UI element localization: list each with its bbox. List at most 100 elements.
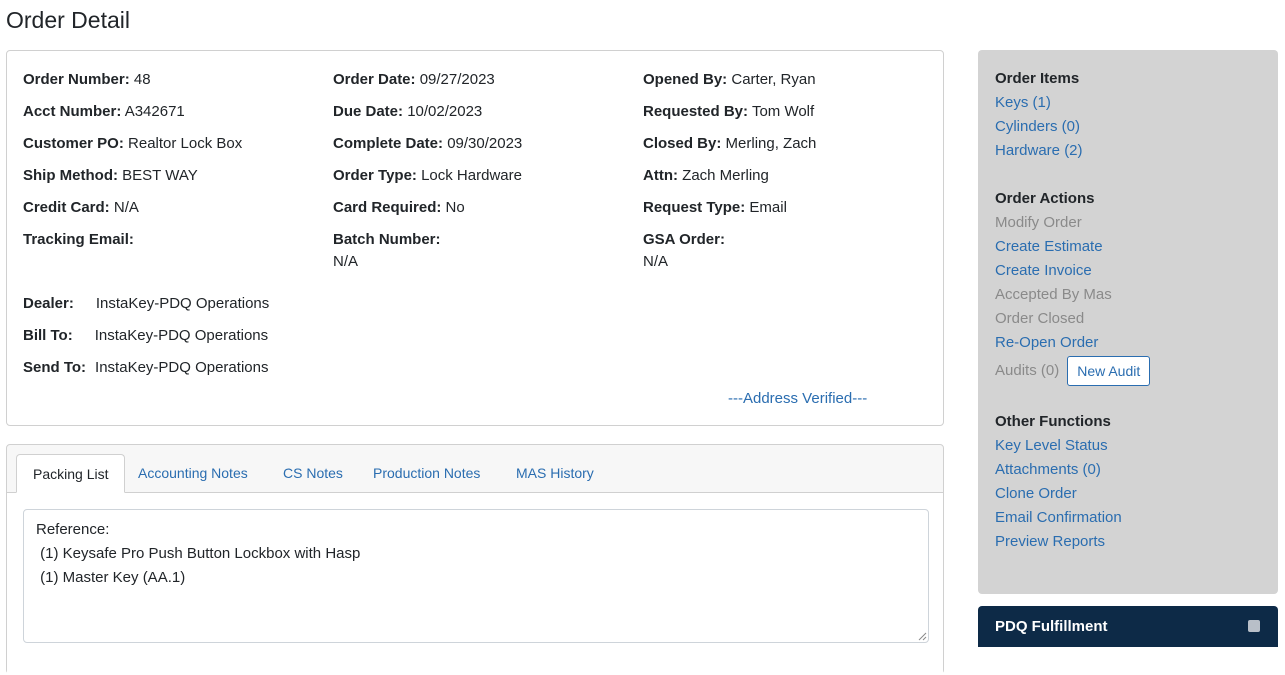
customer-po-row: Customer PO: Realtor Lock Box (23, 133, 242, 165)
packing-list-textarea[interactable]: Reference: (1) Keysafe Pro Push Button L… (23, 509, 929, 643)
order-type-row: Order Type: Lock Hardware (333, 165, 522, 197)
field-label: Order Date: (333, 71, 416, 88)
field-label: Dealer: (23, 295, 74, 312)
audits-label: Audits (0) (995, 362, 1060, 379)
send-to-row: Send To: InstaKey-PDQ Operations (23, 357, 269, 389)
accepted-by-mas-action: Accepted By Mas (995, 286, 1112, 303)
order-date-row: Order Date: 09/27/2023 (333, 69, 522, 101)
email-confirmation-link[interactable]: Email Confirmation (995, 506, 1122, 530)
bill-to-value: InstaKey-PDQ Operations (94, 327, 269, 344)
credit-card-value: N/A (113, 199, 139, 216)
gsa-order-row: GSA Order: N/A (643, 229, 816, 283)
order-info-card: Order Number: 48 Acct Number: A342671 Cu… (6, 50, 944, 426)
collapse-toggle-icon[interactable] (1248, 620, 1260, 632)
tab-cs-notes[interactable]: CS Notes (267, 454, 359, 492)
order-items-section: Order Items Keys (1) Cylinders (0) Hardw… (995, 67, 1083, 163)
request-type-value: Email (749, 199, 787, 216)
keys-link[interactable]: Keys (1) (995, 91, 1083, 115)
customer-po-value: Realtor Lock Box (128, 135, 243, 152)
tab-mas-history[interactable]: MAS History (500, 454, 610, 492)
due-date-value: 10/02/2023 (407, 103, 483, 120)
field-label: Attn: (643, 167, 678, 184)
tab-body: Reference: (1) Keysafe Pro Push Button L… (7, 493, 943, 675)
cylinders-link[interactable]: Cylinders (0) (995, 115, 1083, 139)
ship-method-row: Ship Method: BEST WAY (23, 165, 242, 197)
field-label: Complete Date: (333, 135, 444, 152)
acct-number-value: A342671 (124, 103, 185, 120)
field-label: Bill To: (23, 327, 73, 344)
gsa-order-value: N/A (643, 253, 669, 270)
dealer-value: InstaKey-PDQ Operations (95, 295, 270, 312)
order-info-column-1: Order Number: 48 Acct Number: A342671 Cu… (23, 69, 242, 283)
resize-grip-icon[interactable] (917, 631, 927, 641)
attn-row: Attn: Zach Merling (643, 165, 816, 197)
field-label: Tracking Email: (23, 231, 134, 248)
batch-number-value: N/A (333, 253, 359, 270)
closed-by-row: Closed By: Merling, Zach (643, 133, 816, 165)
card-required-value: No (445, 199, 465, 216)
other-functions-section: Other Functions Key Level Status Attachm… (995, 410, 1122, 554)
due-date-row: Due Date: 10/02/2023 (333, 101, 522, 133)
credit-card-row: Credit Card: N/A (23, 197, 242, 229)
card-required-row: Card Required: No (333, 197, 522, 229)
preview-reports-link[interactable]: Preview Reports (995, 530, 1122, 554)
field-label: Opened By: (643, 71, 728, 88)
notes-tabs-card: Packing List Accounting Notes CS Notes P… (6, 444, 944, 675)
complete-date-value: 09/30/2023 (447, 135, 523, 152)
order-info-column-2: Order Date: 09/27/2023 Due Date: 10/02/2… (333, 69, 522, 283)
order-actions-section: Order Actions Modify Order Create Estima… (995, 187, 1151, 387)
field-label: Card Required: (333, 199, 442, 216)
tracking-email-row: Tracking Email: (23, 229, 242, 283)
acct-number-row: Acct Number: A342671 (23, 101, 242, 133)
create-invoice-link[interactable]: Create Invoice (995, 259, 1150, 283)
tab-production-notes[interactable]: Production Notes (357, 454, 496, 492)
opened-by-value: Carter, Ryan (731, 71, 816, 88)
reopen-order-link[interactable]: Re-Open Order (995, 331, 1150, 355)
clone-order-link[interactable]: Clone Order (995, 482, 1122, 506)
other-functions-heading: Other Functions (995, 413, 1111, 430)
new-audit-button[interactable]: New Audit (1067, 356, 1151, 386)
field-label: Order Number: (23, 71, 130, 88)
complete-date-row: Complete Date: 09/30/2023 (333, 133, 522, 165)
order-actions-heading: Order Actions (995, 190, 1095, 207)
order-closed-action: Order Closed (995, 310, 1085, 327)
modify-order-action: Modify Order (995, 214, 1082, 231)
order-type-value: Lock Hardware (421, 167, 522, 184)
ship-method-value: BEST WAY (122, 167, 198, 184)
field-label: Ship Method: (23, 167, 118, 184)
tab-accounting-notes[interactable]: Accounting Notes (122, 454, 264, 492)
tab-strip: Packing List Accounting Notes CS Notes P… (7, 445, 943, 493)
order-number-row: Order Number: 48 (23, 69, 242, 101)
attachments-link[interactable]: Attachments (0) (995, 458, 1122, 482)
page-title: Order Detail (6, 7, 130, 33)
send-to-value: InstaKey-PDQ Operations (95, 359, 269, 376)
field-label: Closed By: (643, 135, 722, 152)
requested-by-value: Tom Wolf (751, 103, 815, 120)
field-label: Credit Card: (23, 199, 110, 216)
field-label: Due Date: (333, 103, 404, 120)
tab-packing-list[interactable]: Packing List (16, 454, 126, 493)
requested-by-row: Requested By: Tom Wolf (643, 101, 816, 133)
field-label: Order Type: (333, 167, 417, 184)
pdq-fulfillment-panel: PDQ Fulfillment (978, 606, 1278, 647)
order-date-value: 09/27/2023 (419, 71, 495, 88)
order-items-heading: Order Items (995, 70, 1080, 87)
request-type-row: Request Type: Email (643, 197, 816, 229)
field-label: Batch Number: (333, 231, 441, 248)
opened-by-row: Opened By: Carter, Ryan (643, 69, 816, 101)
closed-by-value: Merling, Zach (725, 135, 817, 152)
party-block: Dealer: InstaKey-PDQ Operations Bill To: I… (23, 293, 269, 389)
attn-value: Zach Merling (682, 167, 769, 184)
order-number-value: 48 (133, 71, 151, 88)
field-label: Customer PO: (23, 135, 124, 152)
field-label: Requested By: (643, 103, 749, 120)
order-info-column-3: Opened By: Carter, Ryan Requested By: To… (643, 69, 816, 283)
field-label: Acct Number: (23, 103, 122, 120)
order-sidebar: Order Items Keys (1) Cylinders (0) Hardw… (978, 50, 1278, 594)
create-estimate-link[interactable]: Create Estimate (995, 235, 1150, 259)
dealer-row: Dealer: InstaKey-PDQ Operations (23, 293, 269, 325)
hardware-link[interactable]: Hardware (2) (995, 139, 1083, 163)
field-label: Request Type: (643, 199, 746, 216)
key-level-status-link[interactable]: Key Level Status (995, 434, 1122, 458)
batch-number-row: Batch Number: N/A (333, 229, 522, 283)
